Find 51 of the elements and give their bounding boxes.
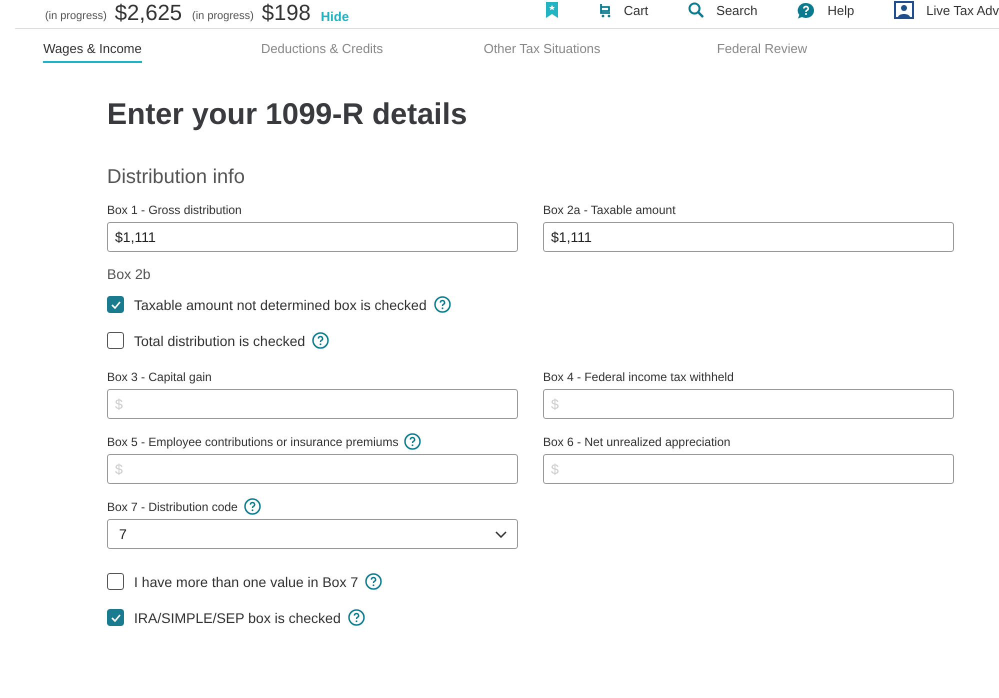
person-icon[interactable] [894, 1, 914, 19]
nav-link[interactable]: Cart [624, 2, 648, 18]
checkbox-label: IRA/SIMPLE/SEP box is checked [134, 610, 341, 626]
tax-due-amount: $198 [262, 0, 311, 26]
field-label: Box 4 - Federal income tax withheld [543, 370, 734, 384]
help-icon[interactable] [797, 2, 816, 18]
checkbox[interactable] [107, 332, 124, 349]
cart-icon[interactable] [598, 2, 612, 18]
amount-field[interactable]: $ [543, 389, 954, 419]
nav-link[interactable]: Live Tax Adv [926, 2, 999, 18]
help-icon[interactable] [312, 332, 330, 349]
field-label: Box 6 - Net unrealized appreciation [543, 434, 730, 448]
amount-field[interactable]: $ [107, 389, 518, 419]
help-icon[interactable] [244, 498, 261, 515]
checkmark-icon [110, 300, 120, 308]
help-icon[interactable] [348, 609, 365, 626]
checkbox-label: Taxable amount not determined box is checked [134, 296, 427, 312]
field-label: Box 5 - Employee contributions or insurance premiums [107, 434, 398, 448]
group-label: Box 2b [107, 266, 152, 282]
checkbox[interactable] [107, 296, 124, 313]
help-icon[interactable] [404, 433, 422, 450]
page-title: Enter your 1099-R details [107, 98, 468, 132]
bookmark-icon[interactable] [546, 2, 558, 18]
step-tab[interactable]: Deductions & Credits [260, 41, 384, 63]
field-label: Box 2a - Taxable amount [543, 202, 676, 216]
help-icon[interactable] [365, 573, 382, 590]
checkbox[interactable] [107, 609, 124, 626]
checkbox-label: I have more than one value in Box 7 [134, 574, 358, 590]
tax-due-amount: $2,625 [114, 0, 182, 26]
checkbox-label: Total distribution is checked [134, 332, 306, 348]
due-status: (in progress) [192, 10, 254, 22]
checkmark-icon [110, 614, 120, 622]
field-label: Box 7 - Distribution code [107, 500, 238, 514]
field-label: Box 1 - Gross distribution [107, 202, 242, 216]
due-status: (in progress) [45, 10, 107, 22]
amount-field[interactable]: $ [543, 454, 954, 484]
amount-field[interactable]: $ [107, 454, 518, 484]
step-tab[interactable]: Federal Review [716, 41, 808, 63]
amount-field[interactable]: $1,111 [107, 222, 518, 252]
chevron-down-icon [495, 530, 507, 538]
nav-link[interactable]: Search [716, 2, 758, 18]
help-icon[interactable] [434, 296, 451, 313]
step-tab[interactable]: Other Tax Situations [484, 41, 600, 63]
nav-link[interactable]: Help [827, 2, 854, 18]
search-icon[interactable] [688, 2, 704, 18]
checkbox[interactable] [107, 573, 124, 590]
section-title: Distribution info [107, 166, 246, 189]
amount-field[interactable]: $1,111 [543, 222, 954, 252]
step-tab[interactable]: Wages & Income [43, 41, 142, 63]
distribution-code-dropdown[interactable]: 7 [107, 519, 518, 549]
field-label: Box 3 - Capital gain [107, 370, 212, 384]
